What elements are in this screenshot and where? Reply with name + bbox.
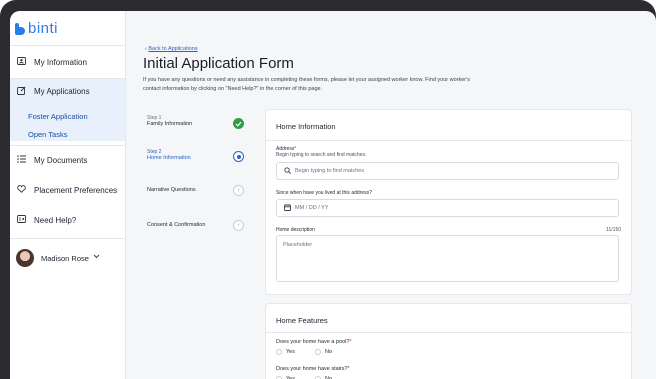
step-narrative-questions[interactable]: Narrative Questions (147, 187, 196, 193)
calendar-icon (284, 203, 291, 213)
help-card-icon (15, 215, 27, 225)
card-title: Home Features (276, 316, 328, 325)
back-link[interactable]: ‹ Back to Applications (145, 46, 198, 52)
current-step-icon (233, 151, 244, 162)
list-icon (15, 155, 27, 165)
sidebar-divider (10, 238, 125, 239)
chevron-down-icon[interactable] (93, 252, 100, 261)
yes-label[interactable]: Yes (286, 349, 295, 355)
page-intro: If you have any questions or need any as… (143, 77, 470, 92)
device-frame: binti My Information My Applications Fos… (0, 0, 656, 379)
sidebar-item-label: My Documents (34, 155, 88, 165)
date-placeholder: MM / DD / YY (295, 205, 329, 211)
description-placeholder: Placeholder (283, 242, 313, 248)
since-label: Since when have you lived at this addres… (276, 190, 372, 196)
edit-icon (15, 86, 27, 97)
pool-question-text: Does your home have a pool? (276, 339, 350, 345)
heart-icon (15, 185, 27, 195)
brand-name: binti (28, 20, 59, 37)
home-features-card: Home Features Does your home have a pool… (265, 303, 632, 379)
description-label: Home description (276, 227, 315, 233)
step-name: Home Information (147, 155, 191, 161)
binti-logo-icon (15, 22, 25, 35)
card-divider (266, 332, 631, 333)
home-description-textarea[interactable]: Placeholder (276, 235, 619, 282)
sidebar-item-my-documents[interactable]: My Documents (10, 152, 125, 168)
app-screen: binti My Information My Applications Fos… (10, 11, 656, 379)
sidebar-item-my-information[interactable]: My Information (10, 53, 125, 71)
search-icon (284, 166, 291, 176)
sidebar-divider (10, 45, 125, 46)
brand-logo[interactable]: binti (15, 20, 58, 37)
pending-step-icon: + (233, 185, 244, 196)
check-icon (233, 118, 244, 129)
step-home-information[interactable]: Step 2 Home Information (147, 149, 191, 161)
sidebar-item-label: My Information (34, 57, 87, 67)
sidebar: binti My Information My Applications Fos… (10, 11, 126, 379)
sidebar-divider (10, 145, 125, 146)
pending-step-icon: + (233, 220, 244, 231)
stairs-question: Does your home have stairs?* (276, 366, 350, 372)
sidebar-subitem-foster-application[interactable]: Foster Application (28, 112, 88, 121)
required-marker: * (349, 339, 352, 345)
pool-question: Does your home have a pool?* (276, 339, 352, 345)
character-counter: 11/150 (606, 227, 621, 233)
since-date-input[interactable]: MM / DD / YY (276, 199, 619, 217)
user-name[interactable]: Madison Rose (41, 254, 89, 263)
no-label[interactable]: No (325, 349, 332, 355)
address-input[interactable]: Begin typing to find matches (276, 162, 619, 180)
pool-no-radio[interactable] (314, 349, 321, 355)
card-divider (266, 140, 631, 141)
sidebar-item-label: Need Help? (34, 215, 77, 225)
card-title: Home Information (276, 122, 336, 131)
step-name: Consent & Confirmation (147, 222, 206, 228)
page-title: Initial Application Form (143, 55, 294, 72)
pool-yes-radio[interactable] (276, 349, 282, 355)
sidebar-item-need-help[interactable]: Need Help? (10, 212, 125, 228)
step-consent-confirmation[interactable]: Consent & Confirmation (147, 222, 205, 228)
home-information-card: Home Information Address* Begin typing t… (265, 109, 632, 295)
step-family-information[interactable]: Step 1 Family Information (147, 115, 192, 127)
step-name: Narrative Questions (147, 187, 196, 193)
sidebar-subitem-open-tasks[interactable]: Open Tasks (28, 130, 67, 139)
pool-radio-group: Yes No (276, 349, 332, 355)
required-marker: * (347, 366, 350, 372)
address-placeholder: Begin typing to find matches (295, 168, 365, 174)
stairs-question-text: Does your home have stairs? (276, 366, 348, 372)
sidebar-item-label: Placement Preferences (34, 185, 118, 195)
step-name: Family Information (147, 121, 193, 127)
sidebar-item-my-applications[interactable]: My Applications (10, 79, 125, 104)
person-card-icon (15, 57, 27, 67)
avatar[interactable] (16, 249, 34, 267)
sidebar-item-label: My Applications (34, 87, 90, 96)
address-hint: Begin typing to search and find matches. (276, 152, 367, 158)
sidebar-item-placement-preferences[interactable]: Placement Preferences (10, 182, 125, 198)
back-link-label: Back to Applications (148, 46, 198, 52)
